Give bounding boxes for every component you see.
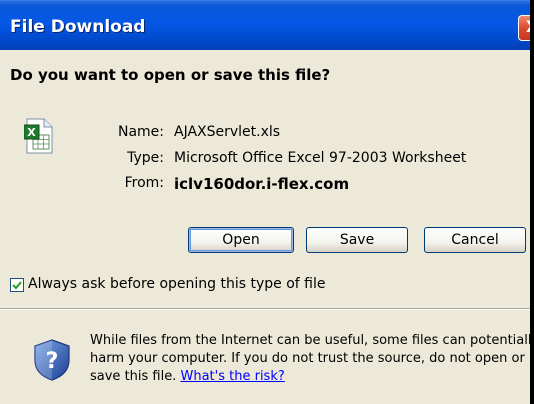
always-ask-checkbox[interactable]: [10, 278, 24, 292]
type-label: Type:: [127, 150, 164, 166]
svg-text:?: ?: [46, 349, 59, 374]
warning-line-3: save this file. What's the risk?: [90, 368, 528, 386]
save-button[interactable]: Save: [306, 227, 408, 253]
name-value: AJAXServlet.xls: [174, 124, 281, 140]
open-button[interactable]: Open: [188, 227, 294, 253]
warning-line-1: While files from the Internet can be use…: [90, 333, 534, 348]
whats-the-risk-link[interactable]: What's the risk?: [181, 369, 285, 384]
security-warning: While files from the Internet can be use…: [90, 332, 534, 386]
title-bar[interactable]: File Download X: [0, 0, 534, 50]
warning-line-3-text: save this file.: [90, 369, 177, 384]
cancel-button[interactable]: Cancel: [424, 227, 526, 253]
from-label: From:: [124, 175, 164, 191]
from-row: From: iclv160dor.i-flex.com: [0, 175, 534, 195]
shield-question-icon: ?: [34, 339, 70, 381]
dialog-question: Do you want to open or save this file?: [10, 66, 331, 84]
from-value: iclv160dor.i-flex.com: [174, 175, 350, 193]
separator-highlight: [0, 309, 530, 310]
type-value: Microsoft Office Excel 97-2003 Worksheet: [174, 150, 467, 166]
warning-line-2: harm your computer. If you do not trust …: [90, 351, 525, 366]
checkmark-icon: [12, 281, 22, 290]
file-download-dialog: File Download X Do you want to open or s…: [0, 0, 534, 404]
type-row: Type: Microsoft Office Excel 97-2003 Wor…: [0, 150, 534, 168]
name-label: Name:: [117, 124, 164, 140]
name-row: Name: AJAXServlet.xls: [0, 124, 534, 142]
always-ask-label[interactable]: Always ask before opening this type of f…: [28, 276, 326, 292]
window-edge: [530, 0, 534, 404]
window-title: File Download: [10, 17, 146, 37]
